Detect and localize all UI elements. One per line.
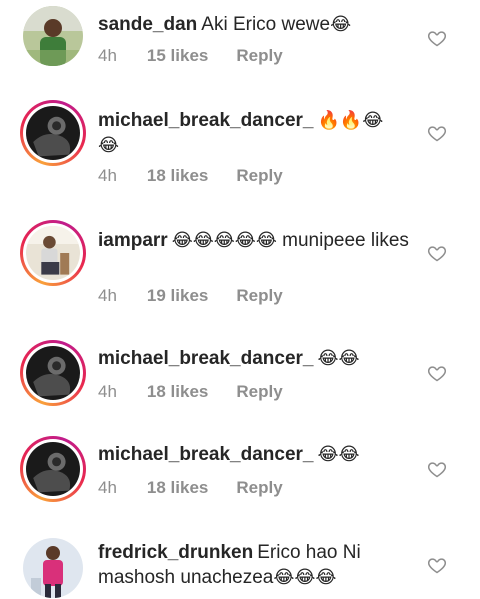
- comment-meta: 4h 15 likes Reply: [98, 46, 311, 66]
- likes-count[interactable]: 15 likes: [147, 46, 208, 65]
- avatar[interactable]: [20, 100, 86, 166]
- comment-username[interactable]: michael_break_dancer_: [98, 348, 313, 369]
- avatar-photo: [26, 346, 80, 400]
- comment-text: michael_break_dancer_ 😂😂: [98, 442, 418, 467]
- avatar[interactable]: [23, 538, 83, 598]
- avatar-photo: [23, 538, 83, 598]
- heart-outline-icon[interactable]: [427, 123, 447, 143]
- comment-meta: 4h 18 likes Reply: [98, 478, 311, 498]
- avatar[interactable]: [20, 220, 86, 286]
- comment-username[interactable]: michael_break_dancer_: [98, 110, 313, 131]
- avatar-ring-gap: [23, 223, 83, 283]
- emoji: 😂: [98, 135, 120, 156]
- emoji: 😂😂: [317, 348, 360, 369]
- avatar-photo: [26, 106, 80, 160]
- avatar[interactable]: [20, 436, 86, 502]
- avatar-photo: [26, 442, 80, 496]
- heart-outline-icon[interactable]: [427, 459, 447, 479]
- emoji: 😂😂😂: [273, 567, 337, 588]
- heart-outline-icon[interactable]: [427, 363, 447, 383]
- reply-button[interactable]: Reply: [236, 382, 282, 401]
- comment-timestamp: 4h: [98, 382, 117, 401]
- emoji: 😂😂😂😂😂: [171, 230, 277, 251]
- likes-count[interactable]: 18 likes: [147, 166, 208, 185]
- likes-count[interactable]: 18 likes: [147, 478, 208, 497]
- heart-outline-icon[interactable]: [427, 555, 447, 575]
- reply-button[interactable]: Reply: [236, 478, 282, 497]
- comment-text: michael_break_dancer_ 🔥🔥😂 😂: [98, 108, 418, 158]
- emoji: 😂: [330, 14, 352, 35]
- comment-timestamp: 4h: [98, 166, 117, 185]
- comment-meta: 4h 18 likes Reply: [98, 382, 311, 402]
- comment-username[interactable]: michael_break_dancer_: [98, 444, 313, 465]
- heart-outline-icon[interactable]: [427, 243, 447, 263]
- comment-meta: 4h 18 likes Reply: [98, 166, 311, 186]
- likes-count[interactable]: 19 likes: [147, 286, 208, 305]
- comment-text: fredrick_drunken Erico hao Ni mashosh una…: [98, 540, 418, 590]
- avatar-ring-gap: [23, 103, 83, 163]
- likes-count[interactable]: 18 likes: [147, 382, 208, 401]
- avatar[interactable]: [23, 6, 83, 66]
- reply-button[interactable]: Reply: [236, 166, 282, 185]
- heart-outline-icon[interactable]: [427, 28, 447, 48]
- avatar-photo: [26, 226, 80, 280]
- avatar[interactable]: [20, 340, 86, 406]
- reply-button[interactable]: Reply: [236, 286, 282, 305]
- comment-message: Aki Erico wewe: [201, 14, 331, 35]
- avatar-ring-gap: [23, 439, 83, 499]
- comment-message: munipeee likes: [282, 230, 409, 251]
- comment-username[interactable]: iamparr: [98, 230, 168, 251]
- comment-username[interactable]: fredrick_drunken: [98, 542, 253, 563]
- emoji: 🔥🔥😂: [317, 110, 384, 131]
- reply-button[interactable]: Reply: [236, 46, 282, 65]
- emoji: 😂😂: [317, 444, 360, 465]
- comment-timestamp: 4h: [98, 478, 117, 497]
- avatar-ring-gap: [23, 343, 83, 403]
- comment-timestamp: 4h: [98, 46, 117, 65]
- comment-text: sande_dan Aki Erico wewe😂: [98, 12, 418, 37]
- comment-meta: 4h 19 likes Reply: [98, 286, 311, 306]
- comment-text: iamparr 😂😂😂😂😂 munipeee likes: [98, 228, 418, 253]
- comment-text: michael_break_dancer_ 😂😂: [98, 346, 418, 371]
- comment-username[interactable]: sande_dan: [98, 14, 197, 35]
- avatar-photo: [23, 6, 83, 66]
- comment-timestamp: 4h: [98, 286, 117, 305]
